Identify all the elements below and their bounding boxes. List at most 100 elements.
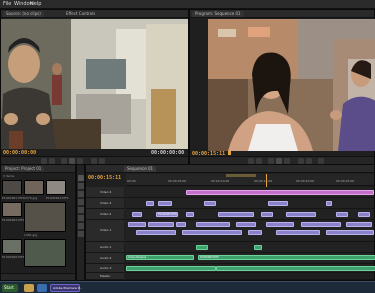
clip-label: P1000983.MTS: [158, 213, 177, 216]
timeline-clip[interactable]: [358, 212, 370, 217]
track-header-audio-2[interactable]: Audio 2: [86, 253, 124, 264]
project-item-count: 3 items: [3, 174, 15, 178]
folder-icon[interactable]: [24, 284, 34, 292]
ripple-edit-tool-icon[interactable]: [78, 191, 84, 197]
track-name: Video 4: [100, 190, 112, 194]
browser-icon[interactable]: [37, 284, 47, 292]
track-header-video-2[interactable]: Video 2: [86, 209, 124, 220]
track-header-video-4[interactable]: Video 4: [86, 187, 124, 198]
ruler-label: 00:00:15:00: [254, 179, 273, 183]
razor-tool-icon[interactable]: [78, 199, 84, 205]
timeline-clip[interactable]: [286, 212, 316, 217]
hand-tool-icon[interactable]: [78, 223, 84, 229]
timeline-clip[interactable]: [236, 222, 256, 227]
track-lane-video-4[interactable]: [126, 187, 374, 198]
clip-name: P1000966.MTS: [2, 255, 25, 259]
timeline-clip[interactable]: [182, 230, 242, 235]
timeline-tabbar: Sequence 01: [86, 165, 374, 173]
track-header-audio-3[interactable]: Audio 3: [86, 264, 124, 273]
timeline-clip[interactable]: [186, 212, 194, 217]
tab-effect-controls[interactable]: Effect Controls: [63, 11, 99, 17]
tab-sequence[interactable]: Sequence 01: [124, 166, 157, 172]
track-header-master[interactable]: Master: [86, 273, 124, 280]
track-lane-audio-1[interactable]: [126, 242, 374, 253]
tab-source[interactable]: Source: (no clips): [3, 11, 44, 17]
track-lane-audio-3[interactable]: [126, 264, 375, 273]
ruler-label: 00:00:20:00: [296, 179, 315, 183]
timeline-clip[interactable]: [326, 230, 374, 235]
clip-thumbnail[interactable]: [2, 239, 22, 254]
program-playhead-marker[interactable]: [228, 151, 231, 155]
track-name: Video 3: [100, 201, 112, 205]
track-select-tool-icon[interactable]: [78, 183, 84, 189]
time-ruler[interactable]: 00:00 00:00:05:00 00:00:10:00 00:00:15:0…: [126, 174, 374, 186]
premiere-taskbar-button[interactable]: Adobe Premiere P...: [50, 284, 82, 292]
timeline-clip[interactable]: [326, 201, 332, 206]
track-lane-video-2[interactable]: P1000983.MTS: [126, 209, 374, 220]
pen-tool-icon[interactable]: [78, 215, 84, 221]
timeline-clip[interactable]: [218, 212, 254, 217]
timeline-clip[interactable]: [346, 222, 372, 227]
ruler-label: 00:00:25:00: [336, 179, 355, 183]
track-name: Audio 2: [100, 256, 112, 260]
timeline-clip[interactable]: [128, 222, 146, 227]
timeline-clip[interactable]: [158, 201, 172, 206]
program-video-image: [208, 19, 375, 151]
clip-thumbnail[interactable]: [24, 180, 44, 195]
timeline-clip[interactable]: [336, 212, 348, 217]
ruler-label: 00:00:05:00: [168, 179, 187, 183]
clip-thumbnail[interactable]: [24, 202, 66, 232]
timeline-clip[interactable]: [216, 266, 375, 271]
timeline-clip[interactable]: [196, 245, 208, 250]
track-lane-audio-2[interactable]: Cross Dissolve P1000963.MTS: [126, 253, 375, 264]
timeline-clip[interactable]: [261, 212, 273, 217]
slip-tool-icon[interactable]: [78, 207, 84, 213]
timeline-clip[interactable]: [196, 222, 230, 227]
tab-program[interactable]: Program: Sequence 01: [192, 11, 244, 17]
start-button[interactable]: Start: [2, 284, 18, 292]
timeline-timecode: 00:00:15:11: [88, 175, 122, 181]
tab-project[interactable]: Project: Project 01: [2, 166, 45, 172]
timeline-clip[interactable]: [248, 230, 262, 235]
timeline-clip[interactable]: [132, 212, 142, 217]
timeline-clip[interactable]: [254, 245, 262, 250]
timeline-clip[interactable]: [176, 222, 186, 227]
selection-tool-icon[interactable]: [78, 175, 84, 181]
timeline-clip[interactable]: [204, 201, 216, 206]
source-video-frame: [1, 19, 188, 149]
clip-thumbnail[interactable]: [2, 180, 22, 195]
project-panel: Project: Project 01 3 items P1000981.MTS…: [0, 164, 76, 281]
zoom-tool-icon[interactable]: [78, 231, 84, 237]
work-area-bar[interactable]: [226, 174, 256, 177]
timeline-clip[interactable]: P1000983.MTS: [156, 212, 178, 217]
timeline-clip[interactable]: [146, 201, 154, 206]
track-header-video-1[interactable]: Video 1: [86, 220, 124, 242]
timeline-clip[interactable]: P1000963.MTS: [198, 255, 375, 260]
timeline-clip[interactable]: [301, 222, 341, 227]
track-header-video-3[interactable]: Video 3: [86, 198, 124, 209]
ruler-label: 00:00:10:00: [211, 179, 230, 183]
timeline-clip[interactable]: [266, 222, 294, 227]
source-controls: [1, 156, 188, 164]
clip-thumbnail[interactable]: [46, 180, 66, 195]
timeline-clip[interactable]: [268, 201, 288, 206]
timeline-clip[interactable]: [136, 230, 176, 235]
clip-thumbnail[interactable]: [2, 202, 22, 217]
track-header-audio-1[interactable]: Audio 1: [86, 242, 124, 253]
program-tabbar: Program: Sequence 01: [190, 10, 374, 18]
menu-item-help[interactable]: Help: [30, 1, 41, 7]
timeline-clip[interactable]: [276, 230, 320, 235]
start-label: Start: [4, 285, 14, 290]
track-lane-video-3[interactable]: [126, 198, 374, 209]
timeline-clip[interactable]: [148, 222, 174, 227]
clip-thumbnail[interactable]: [24, 239, 66, 267]
track-name: Video 2: [100, 212, 112, 216]
timeline-clip[interactable]: [186, 190, 374, 195]
menu-item-file[interactable]: File: [3, 1, 11, 7]
timeline-clip[interactable]: [126, 266, 216, 271]
track-lane-video-1[interactable]: [126, 220, 374, 242]
source-tabbar: Source: (no clips) Effect Controls: [1, 10, 188, 18]
track-lane-master[interactable]: [126, 273, 374, 280]
clip-name: P1000983.MTS: [2, 218, 25, 222]
timeline-clip[interactable]: Cross Dissolve: [126, 255, 194, 260]
